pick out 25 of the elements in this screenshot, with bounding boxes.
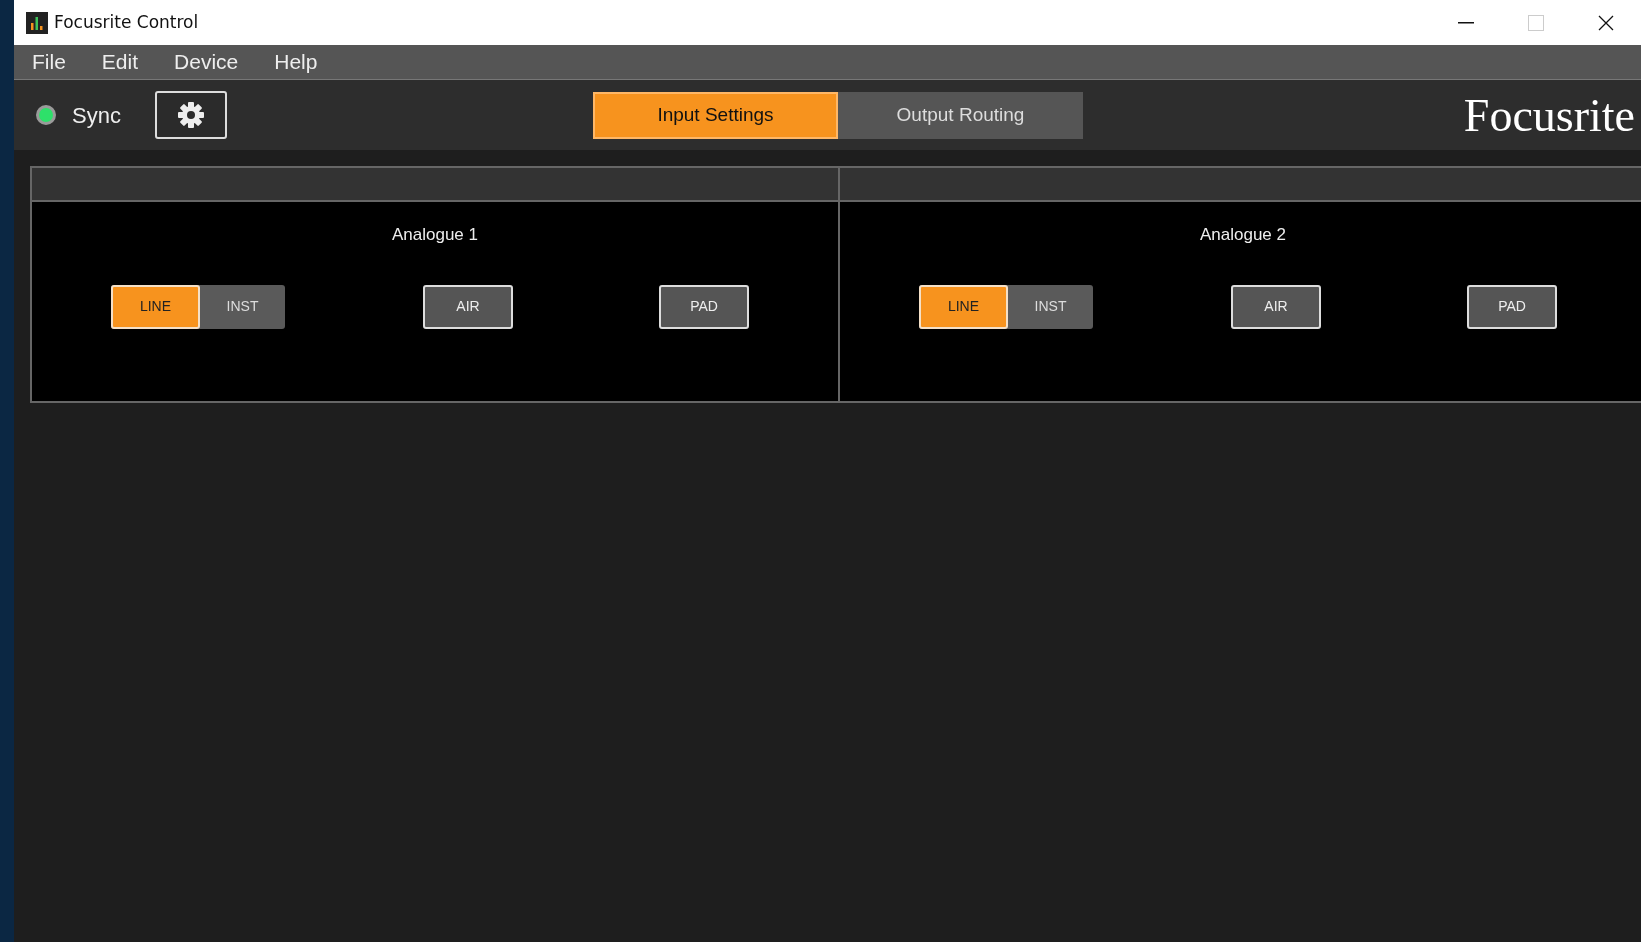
menu-item[interactable]: Help [274,46,336,78]
menu-item[interactable]: Device [174,46,257,78]
sync-label: Sync [72,101,121,130]
app-icon [26,11,48,34]
tab[interactable]: Output Routing [838,92,1083,139]
close-icon [1598,14,1614,31]
menu-item[interactable]: File [32,46,84,78]
mode-option[interactable]: LINE [919,284,1008,329]
settings-button[interactable] [154,91,227,139]
logo: Focusrite [1463,88,1635,143]
window-title: Focusrite Control [54,10,199,34]
channel-name: Analogue 1 [391,224,479,246]
channel-name: Analogue 2 [1199,224,1287,246]
maximize-icon [1528,14,1544,31]
toggle-button[interactable]: AIR [423,284,513,329]
mode-option[interactable]: INST [1008,284,1093,329]
toggle-button[interactable]: PAD [659,284,749,329]
mode-option[interactable]: LINE [111,284,200,329]
toggle-button[interactable]: AIR [1231,284,1321,329]
minimize-icon [1458,21,1474,24]
toggle-button[interactable]: PAD [1467,284,1557,329]
mode-option[interactable]: INST [200,284,285,329]
menu-item[interactable]: Edit [101,46,157,78]
tab[interactable]: Input Settings [593,92,838,139]
settings-icon [176,101,205,129]
